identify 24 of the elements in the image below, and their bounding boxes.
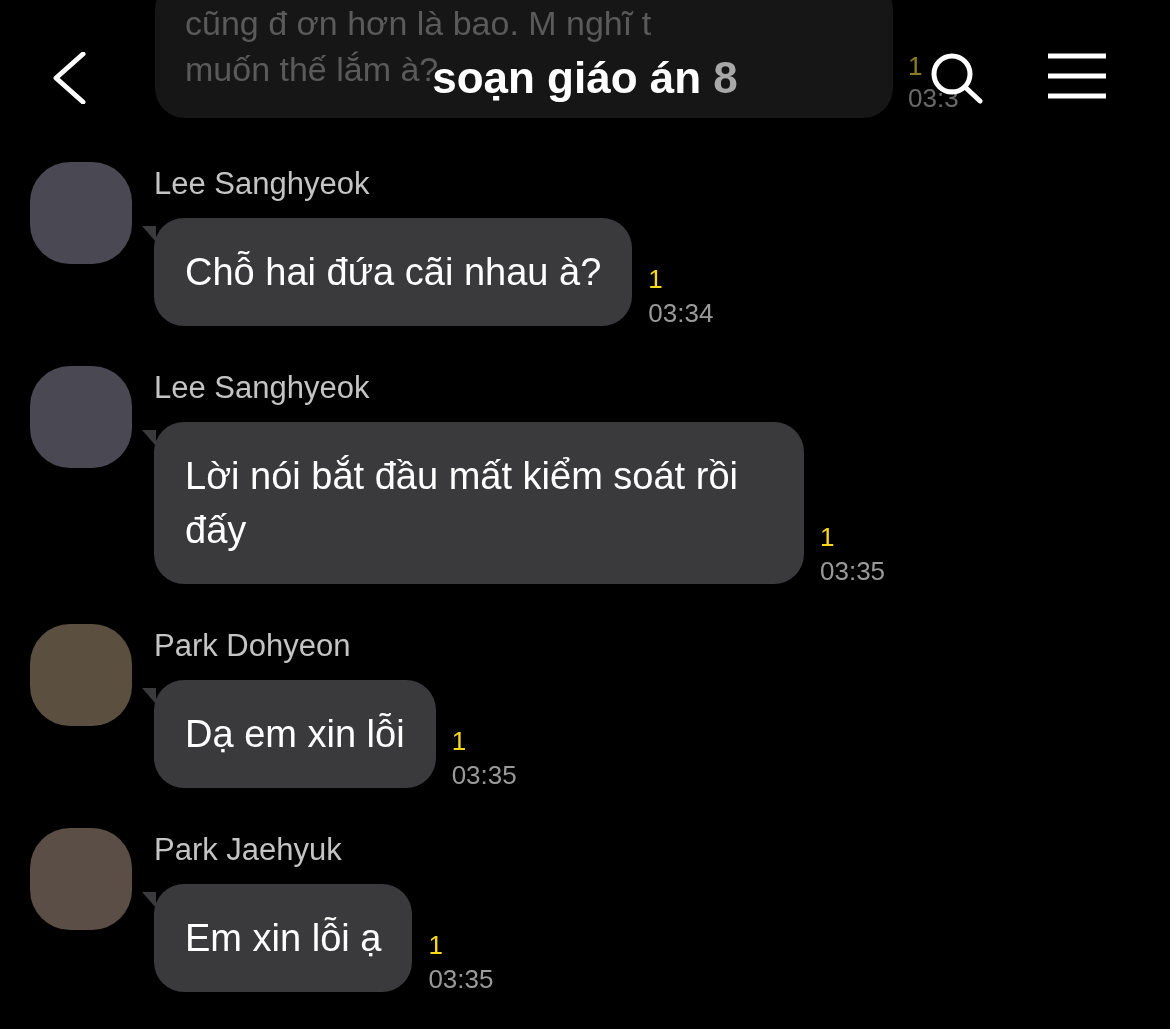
unread-count: 1 [451,725,468,758]
sender-name: Park Jaehyuk [154,831,343,869]
avatar[interactable] [30,366,132,468]
message-time: 03:35 [451,759,517,792]
avatar[interactable] [30,162,132,264]
message-text: Em xin lỗi ạ [185,916,382,961]
message-time: 03:35 [428,963,494,996]
unread-count: 1 [820,521,836,554]
message-time: 03:35 [820,555,886,588]
back-icon[interactable] [52,52,86,104]
avatar[interactable] [30,828,132,930]
message-time: 03:34 [648,297,714,330]
message-text-line: cũng đ ơn hơn là bao. M nghĩ t [185,3,652,44]
unread-count: 1 [648,263,664,296]
sender-name: Lee Sanghyeok [154,165,371,203]
unread-count: 1 [428,929,444,962]
sender-name: Park Dohyeon [154,627,352,665]
sender-name: Lee Sanghyeok [154,369,371,407]
message-text: Dạ em xin lỗi [185,712,405,757]
message-text: Lời nói bắt đầu mất kiểm soát rồi đấy [185,454,739,553]
avatar[interactable] [30,624,132,726]
unread-count: 1 [908,50,924,82]
message-text: Chỗ hai đứa cãi nhau à? [185,250,602,295]
menu-icon[interactable] [1046,53,1108,99]
